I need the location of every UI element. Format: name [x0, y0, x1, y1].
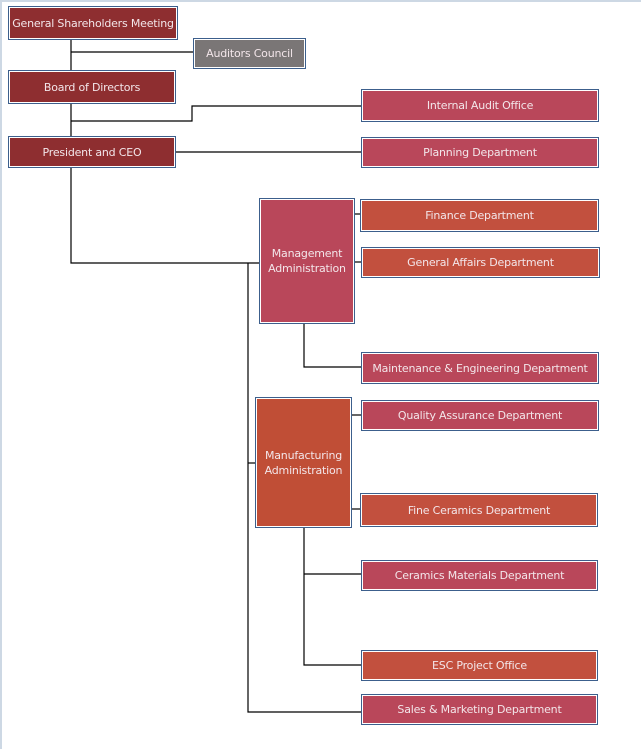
node-manufacturing-administration: Manufacturing Administration [255, 397, 352, 528]
node-maintenance-engineering-department: Maintenance & Engineering Department [361, 352, 599, 384]
node-ceramics-materials-department: Ceramics Materials Department [361, 560, 598, 591]
org-chart: General Shareholders Meeting Auditors Co… [0, 0, 641, 749]
node-auditors-council: Auditors Council [193, 38, 306, 69]
node-quality-assurance-department: Quality Assurance Department [361, 400, 599, 431]
node-planning-department: Planning Department [361, 137, 599, 168]
node-board-of-directors: Board of Directors [8, 70, 176, 104]
node-general-shareholders-meeting: General Shareholders Meeting [8, 6, 178, 40]
node-internal-audit-office: Internal Audit Office [361, 89, 599, 122]
node-esc-project-office: ESC Project Office [361, 650, 598, 681]
node-management-administration: Management Administration [259, 198, 355, 324]
connector-internal-audit [71, 105, 361, 122]
connector-maintenance [303, 322, 361, 368]
node-president-ceo: President and CEO [8, 136, 176, 168]
connector-ceo-trunk [70, 166, 259, 264]
node-fine-ceramics-department: Fine Ceramics Department [360, 493, 598, 527]
node-finance-department: Finance Department [360, 199, 599, 232]
node-general-affairs-department: General Affairs Department [361, 247, 600, 278]
node-sales-marketing-department: Sales & Marketing Department [361, 694, 598, 725]
connector-mfg-trunk [303, 526, 361, 666]
